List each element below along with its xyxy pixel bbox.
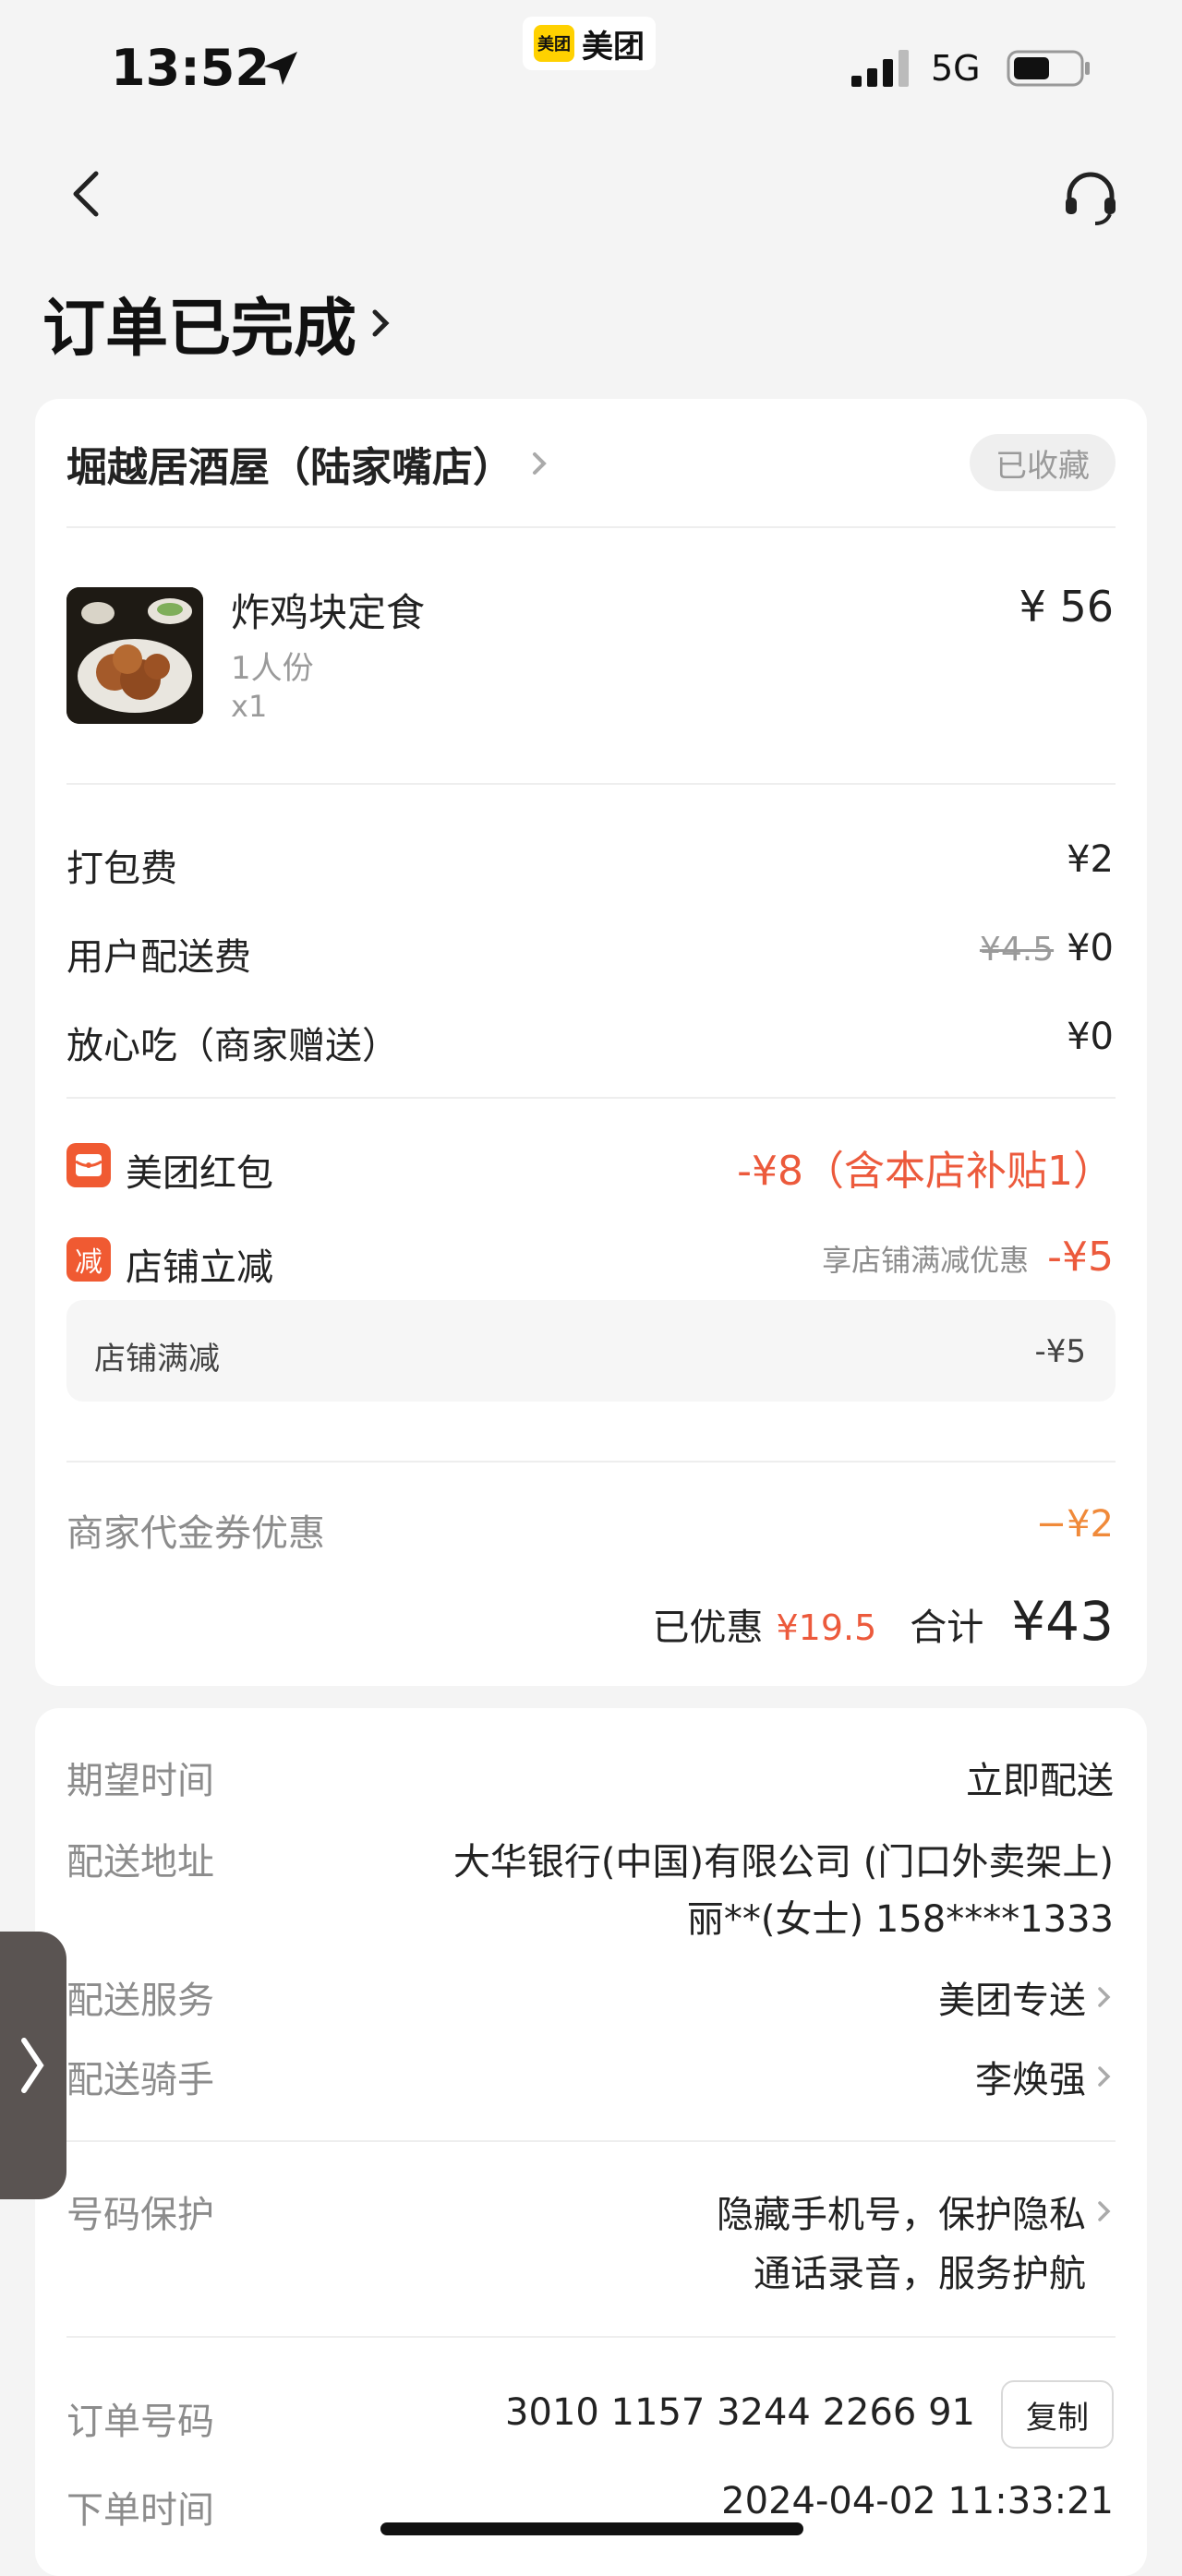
divider — [66, 2336, 1116, 2338]
assurance-label: 放心吃（商家赠送） — [66, 1025, 399, 1067]
instant-discount-icon: 减 — [66, 1237, 111, 1282]
location-arrow-icon — [264, 52, 297, 85]
address-label: 配送地址 — [66, 1841, 214, 1884]
red-packet-label: 美团红包 — [126, 1152, 273, 1195]
network-type: 5G — [931, 48, 981, 89]
customer-service-icon[interactable] — [1060, 168, 1121, 229]
rider-label: 配送骑手 — [66, 2059, 214, 2101]
sub-discount-value: -¥5 — [1034, 1333, 1086, 1370]
service-link[interactable]: 美团专送 — [938, 1970, 1114, 2024]
divider — [66, 1461, 1116, 1463]
favorited-badge[interactable]: 已收藏 — [970, 434, 1116, 491]
saved-label: 已优惠 — [652, 1607, 764, 1649]
sub-discount-label: 店铺满减 — [94, 1341, 220, 1378]
assurance-value: ¥0 — [1067, 1016, 1114, 1058]
packing-fee-value: ¥2 — [1067, 838, 1114, 881]
rider-value: 李焕强 — [975, 2059, 1086, 2101]
side-drawer-handle[interactable] — [0, 1932, 66, 2199]
service-label: 配送服务 — [66, 1980, 214, 2022]
back-icon[interactable] — [61, 166, 116, 222]
privacy-link[interactable]: 隐藏手机号，保护隐私 — [717, 2185, 1114, 2238]
total-value: ¥43 — [1011, 1590, 1114, 1653]
chevron-right-icon — [533, 452, 547, 475]
divider — [66, 1097, 1116, 1099]
privacy-line2: 通话录音，服务护航 — [754, 2253, 1086, 2295]
packing-fee-label: 打包费 — [66, 848, 177, 890]
meituan-logo: 美团 — [534, 25, 574, 62]
divider — [66, 526, 1116, 528]
expect-time-label: 期望时间 — [66, 1760, 214, 1802]
order-time-label: 下单时间 — [66, 2489, 214, 2532]
app-indicator[interactable]: 美团 美团 — [523, 17, 656, 70]
signal-icon — [851, 50, 909, 87]
instant-discount-label: 店铺立减 — [126, 1246, 273, 1289]
delivery-fee-value: ¥0 — [1067, 927, 1114, 969]
status-time: 13:52 — [111, 39, 270, 97]
battery-icon — [1007, 50, 1090, 87]
fried-chicken-photo — [66, 587, 203, 724]
chevron-right-icon — [21, 2038, 44, 2093]
food-name: 炸鸡块定食 — [231, 590, 426, 635]
chevron-right-icon — [372, 309, 390, 336]
order-number-label: 订单号码 — [66, 2401, 214, 2443]
food-price: ¥ 56 — [1019, 582, 1114, 632]
total-label: 合计 — [910, 1607, 984, 1649]
discount-detail-box — [66, 1300, 1116, 1402]
red-packet-value: -¥8（含本店补贴1） — [737, 1148, 1114, 1195]
saved-value: ¥19.5 — [776, 1607, 877, 1648]
order-time-value: 2024-04-02 11:33:21 — [721, 2480, 1114, 2522]
shop-name: 堀越居酒屋（陆家嘴店） — [66, 444, 513, 491]
copy-button[interactable]: 复制 — [1001, 2380, 1114, 2449]
instant-discount-note: 享店铺满减优惠 — [822, 1243, 1030, 1278]
divider — [66, 783, 1116, 785]
food-quantity: x1 — [231, 689, 268, 724]
chevron-right-icon — [1098, 2201, 1111, 2221]
shop-link[interactable]: 堀越居酒屋（陆家嘴店） — [66, 434, 550, 493]
delivery-fee-label: 用户配送费 — [66, 936, 251, 979]
home-indicator[interactable] — [380, 2522, 803, 2535]
address-line2: 丽**(女士) 158****1333 — [686, 1898, 1114, 1941]
app-name: 美团 — [582, 28, 645, 66]
privacy-line1: 隐藏手机号，保护隐私 — [717, 2194, 1086, 2236]
delivery-fee-values: ¥4.5 ¥0 — [980, 927, 1114, 969]
delivery-fee-original: ¥4.5 — [979, 931, 1055, 969]
privacy-label: 号码保护 — [66, 2194, 214, 2236]
instant-discount-value: -¥5 — [1047, 1234, 1114, 1281]
voucher-value: −¥2 — [1035, 1503, 1114, 1546]
food-spec: 1人份 — [231, 650, 314, 687]
voucher-label: 商家代金券优惠 — [66, 1512, 325, 1555]
red-packet-icon — [66, 1143, 111, 1187]
chevron-right-icon — [1098, 2066, 1111, 2087]
service-value: 美团专送 — [938, 1980, 1086, 2022]
food-image[interactable] — [66, 587, 203, 724]
expect-time-value: 立即配送 — [966, 1760, 1114, 1802]
address-line1: 大华银行(中国)有限公司 (门口外卖架上) — [452, 1841, 1114, 1884]
page-title: 订单已完成 — [42, 293, 357, 366]
totals-row: 已优惠 ¥19.5 合计 ¥43 — [652, 1590, 1114, 1653]
order-status-title[interactable]: 订单已完成 — [42, 277, 393, 368]
divider — [66, 2140, 1116, 2142]
order-number-value: 3010 1157 3244 2266 91 — [505, 2391, 975, 2434]
chevron-right-icon — [1098, 1987, 1111, 2007]
rider-link[interactable]: 李焕强 — [975, 2050, 1114, 2103]
instant-discount-values: 享店铺满减优惠 -¥5 — [822, 1234, 1114, 1281]
